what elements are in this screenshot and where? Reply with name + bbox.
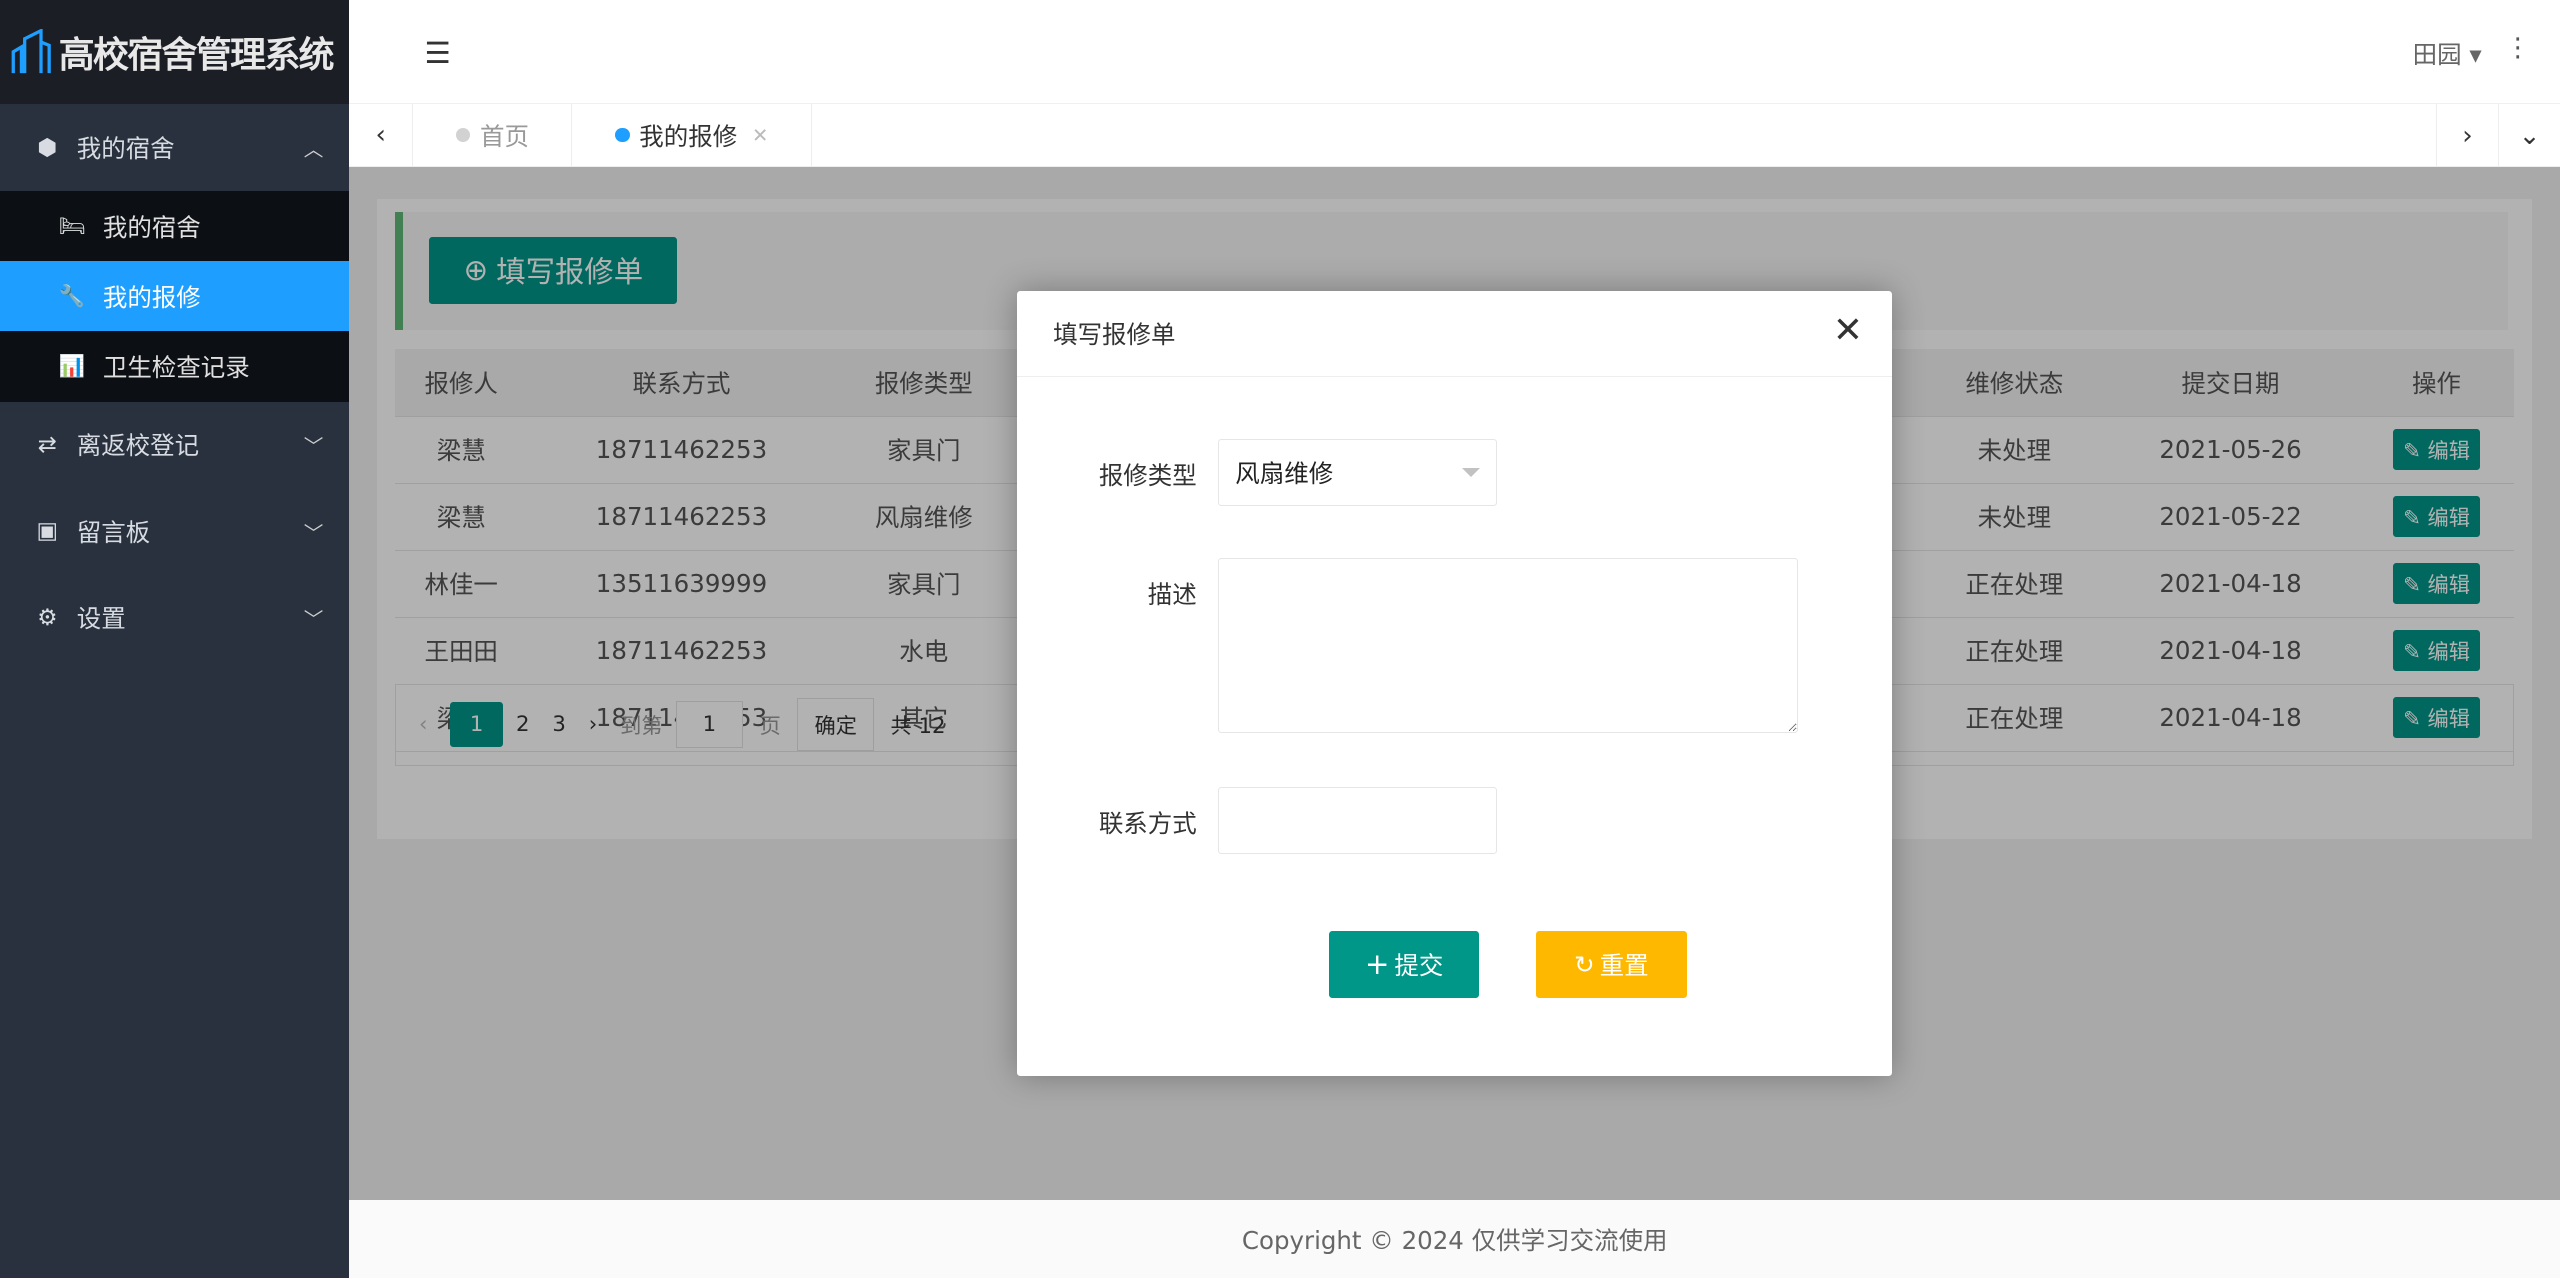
- bar-chart-icon: 📊: [58, 354, 86, 380]
- sidebar-item-settings[interactable]: ⚙ 设置 ﹀: [0, 575, 349, 662]
- plus-icon: +: [1364, 947, 1390, 982]
- footer: Copyright © 2024 仅供学习交流使用: [349, 1200, 2560, 1279]
- dialog-title: 填写报修单: [1017, 291, 1893, 378]
- caret-down-icon: [1461, 467, 1480, 486]
- repair-type-select[interactable]: 风扇维修: [1217, 439, 1498, 507]
- sidebar-item-my-dorm[interactable]: ⬢ 我的宿舍 ︿: [0, 104, 349, 191]
- header: ☰ 田园 ▾ ⋮: [349, 0, 2560, 105]
- reset-button[interactable]: ↻ 重置: [1536, 930, 1687, 998]
- chevron-up-icon: ︿: [303, 138, 324, 162]
- close-icon[interactable]: ✕: [1833, 310, 1863, 351]
- sidebar-item-hygiene[interactable]: 📊 卫生检查记录: [0, 331, 349, 401]
- app-title: 高校宿舍管理系统: [58, 35, 335, 77]
- calendar-icon: ▣: [36, 518, 59, 545]
- tab-scroll-right-icon[interactable]: ›: [2436, 104, 2498, 167]
- wrench-icon: 🔧: [58, 283, 86, 309]
- menu-toggle-icon[interactable]: ☰: [424, 36, 450, 70]
- submit-button[interactable]: + 提交: [1329, 930, 1480, 998]
- logo: 高校宿舍管理系统: [0, 0, 350, 105]
- type-label: 报修类型: [1098, 461, 1197, 491]
- sidebar-item-leave-return[interactable]: ⇄ 离返校登记 ﹀: [0, 402, 349, 489]
- sidebar-item-my-repair[interactable]: 🔧 我的报修: [0, 261, 350, 332]
- description-textarea[interactable]: [1217, 558, 1798, 734]
- gear-icon: ⚙: [37, 604, 58, 631]
- building-icon: [11, 29, 51, 74]
- sidebar: 高校宿舍管理系统 ⬢ 我的宿舍 ︿ 🛏 我的宿舍 🔧 我的报修 📊 卫生检查记录 ⇄ 离返校…: [0, 0, 350, 1279]
- sidebar-item-message-board[interactable]: ▣ 留言板 ﹀: [0, 488, 349, 575]
- refresh-icon: ↻: [1574, 949, 1595, 979]
- more-vertical-icon[interactable]: ⋮: [2505, 33, 2531, 63]
- contact-label: 联系方式: [1098, 808, 1197, 838]
- user-menu[interactable]: 田园 ▾: [2413, 36, 2482, 71]
- desc-label: 描述: [1147, 580, 1197, 610]
- cube-icon: ⬢: [37, 134, 58, 161]
- tab-scroll-left-icon[interactable]: ‹: [349, 104, 414, 166]
- contact-input[interactable]: [1217, 786, 1498, 854]
- repair-form-dialog: 填写报修单 ✕ 报修类型 风扇维修 描述 联系方式 + 提交 ↻ 重置: [1017, 290, 1893, 1076]
- tab-home[interactable]: 首页: [413, 104, 573, 166]
- tab-bar: ‹ 首页 我的报修 ✕ › ⌄: [349, 104, 2560, 167]
- close-icon[interactable]: ✕: [752, 124, 768, 147]
- chevron-down-icon: ﹀: [303, 521, 324, 545]
- chevron-down-icon: ﹀: [303, 608, 324, 632]
- sidebar-item-my-dorm-sub[interactable]: 🛏 我的宿舍: [0, 191, 349, 261]
- bed-icon: 🛏: [58, 213, 86, 239]
- tab-menu-chevron-down-icon[interactable]: ⌄: [2498, 104, 2560, 167]
- tab-my-repair[interactable]: 我的报修 ✕: [572, 104, 812, 166]
- chevron-down-icon: ﹀: [303, 435, 324, 459]
- exchange-icon: ⇄: [37, 431, 57, 458]
